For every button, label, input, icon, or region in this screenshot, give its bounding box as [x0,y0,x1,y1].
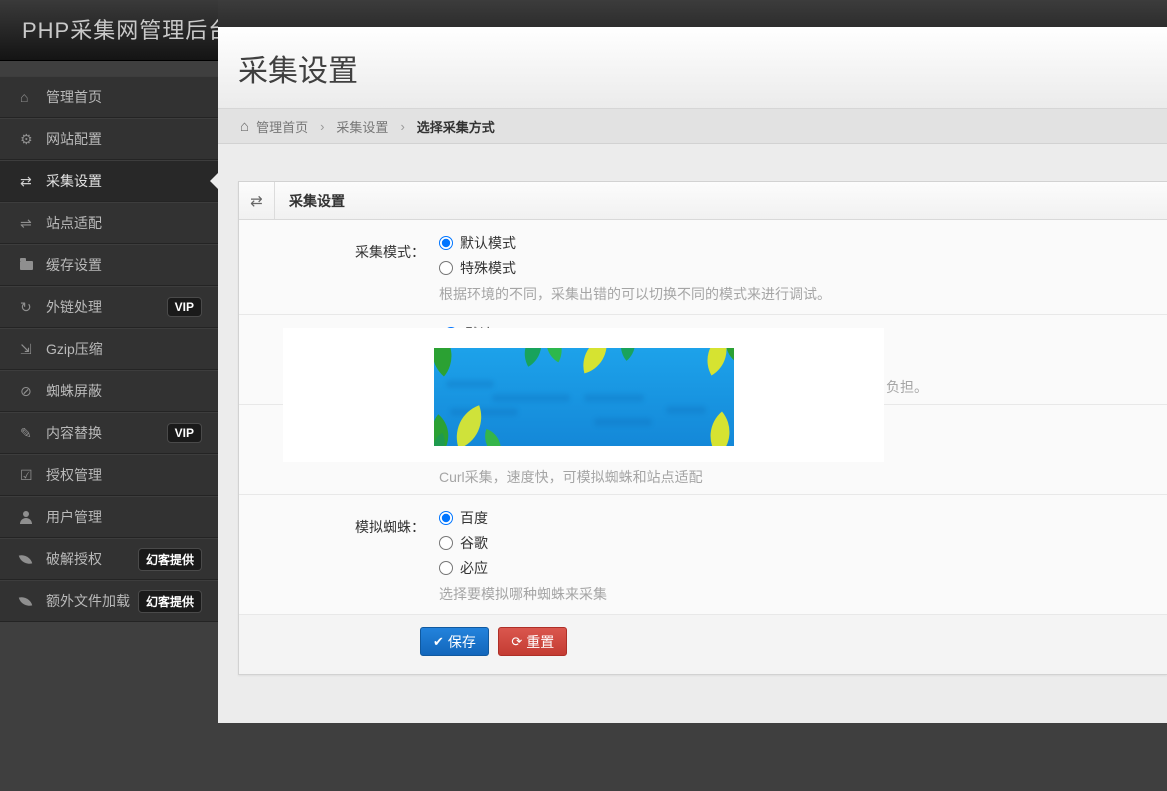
sidebar-item-user-manage[interactable]: 用户管理 [0,496,218,538]
field-label: 模拟蜘蛛： [239,495,439,614]
breadcrumb-home-icon: ⌂ [240,118,249,135]
sidebar-item-content-replace[interactable]: ✎ 内容替换 VIP [0,412,218,454]
sidebar-item-label: 外链处理 [46,297,102,317]
radio-bing[interactable]: 必应 [439,555,607,580]
sidebar-item-label: 站点适配 [46,213,102,233]
radio-input[interactable] [439,561,453,575]
check-icon: ✔ [433,634,444,650]
save-button[interactable]: ✔ 保存 [420,627,489,656]
sidebar-item-label: 破解授权 [46,549,102,569]
check-square-icon: ☑ [20,467,46,484]
breadcrumb-link-section[interactable]: 采集设置 [336,117,388,136]
folder-icon [20,261,46,270]
radio-input[interactable] [439,511,453,525]
refresh-icon: ⟳ [511,634,522,650]
sidebar-item-label: 用户管理 [46,507,102,527]
sidebar-item-home[interactable]: ⌂ 管理首页 [0,76,218,118]
eye-slash-icon: ⊘ [20,383,46,400]
radio-special-mode[interactable]: 特殊模式 [439,255,831,280]
repeat-icon: ⇄ [20,173,46,190]
shuffle-icon: ⇌ [20,215,46,232]
panel-title: 采集设置 [275,182,345,219]
top-strip [218,0,1167,27]
radio-default-mode[interactable]: 默认模式 [439,230,831,255]
refresh-icon: ↻ [20,299,46,316]
leaf-decoration [538,348,571,362]
provider-badge: 幻客提供 [138,590,202,613]
breadcrumb-link-home[interactable]: 管理首页 [256,117,308,136]
radio-google[interactable]: 谷歌 [439,530,607,555]
provider-badge: 幻客提供 [138,548,202,571]
sidebar-item-label: 采集设置 [46,171,102,191]
panel-footer: ✔ 保存 ⟳ 重置 [239,615,1167,674]
sidebar-item-label: Gzip压缩 [46,339,103,359]
field-hint-partial: 负担。 [886,377,928,397]
sidebar-item-label: 内容替换 [46,423,102,443]
sidebar-item-label: 管理首页 [46,87,102,107]
sidebar: PHP采集网管理后台 ⌂ 管理首页 ⚙ 网站配置 ⇄ 采集设置 ⇌ 站点适配 缓… [0,0,218,791]
radio-input[interactable] [439,536,453,550]
field-hint: 选择要模拟哪种蜘蛛来采集 [439,584,607,604]
ad-banner-image[interactable] [434,348,734,446]
radio-input[interactable] [439,261,453,275]
radio-baidu[interactable]: 百度 [439,505,607,530]
repeat-icon: ⇄ [239,182,275,219]
sidebar-nav: ⌂ 管理首页 ⚙ 网站配置 ⇄ 采集设置 ⇌ 站点适配 缓存设置 ↻ 外链处理 … [0,76,218,622]
sidebar-item-extra-file[interactable]: 额外文件加载 幻客提供 [0,580,218,622]
page-header: 采集设置 [218,27,1167,108]
leaf-decoration [479,429,507,446]
gear-icon: ⚙ [20,131,46,148]
field-label: 采集模式： [239,220,439,314]
sidebar-item-label: 蜘蛛屏蔽 [46,381,102,401]
form-row-spider: 模拟蜘蛛： 百度 谷歌 必应 选择要模拟哪种蜘蛛来采集 [239,495,1167,615]
leaf-decoration [611,348,645,361]
app-logo: PHP采集网管理后台 [0,0,218,61]
sidebar-item-auth-manage[interactable]: ☑ 授权管理 [0,454,218,496]
sidebar-item-label: 额外文件加载 [46,591,130,611]
leaf-decoration [515,348,551,367]
sidebar-item-crack-auth[interactable]: 破解授权 幻客提供 [0,538,218,580]
sidebar-item-label: 缓存设置 [46,255,102,275]
sidebar-item-site-adapt[interactable]: ⇌ 站点适配 [0,202,218,244]
breadcrumb-current: 选择采集方式 [417,117,495,136]
leaf-icon [20,554,46,565]
field-hint: 根据环境的不同，采集出错的可以切换不同的模式来进行调试。 [439,284,831,304]
home-icon: ⌂ [20,89,46,105]
leaf-decoration [434,348,465,377]
reset-button[interactable]: ⟳ 重置 [498,627,567,656]
sidebar-item-outlink[interactable]: ↻ 外链处理 VIP [0,286,218,328]
form-row-collect-mode: 采集模式： 默认模式 特殊模式 根据环境的不同，采集出错的可以切换不同的模式来进… [239,220,1167,315]
breadcrumb: ⌂ 管理首页 › 采集设置 › 选择采集方式 [218,108,1167,144]
sidebar-item-collect-setting[interactable]: ⇄ 采集设置 [0,160,218,202]
panel-header: ⇄ 采集设置 [239,182,1167,220]
breadcrumb-separator: › [400,119,404,134]
field-hint: Curl采集，速度快，可模拟蜘蛛和站点适配 [439,467,703,487]
compress-icon: ⇲ [20,341,46,358]
vip-badge: VIP [167,423,202,443]
sidebar-item-spider-block[interactable]: ⊘ 蜘蛛屏蔽 [0,370,218,412]
sidebar-item-label: 网站配置 [46,129,102,149]
sidebar-item-label: 授权管理 [46,465,102,485]
radio-input[interactable] [439,236,453,250]
pencil-icon: ✎ [20,425,46,442]
active-item-arrow [210,173,218,189]
ad-overlay [283,328,884,462]
sidebar-item-cache-setting[interactable]: 缓存设置 [0,244,218,286]
leaf-decoration [577,348,614,373]
leaf-decoration [697,411,734,446]
sidebar-item-site-config[interactable]: ⚙ 网站配置 [0,118,218,160]
leaf-icon [20,596,46,607]
vip-badge: VIP [167,297,202,317]
breadcrumb-separator: › [320,119,324,134]
user-icon [20,511,46,524]
sidebar-item-gzip[interactable]: ⇲ Gzip压缩 [0,328,218,370]
page-title: 采集设置 [238,46,358,90]
